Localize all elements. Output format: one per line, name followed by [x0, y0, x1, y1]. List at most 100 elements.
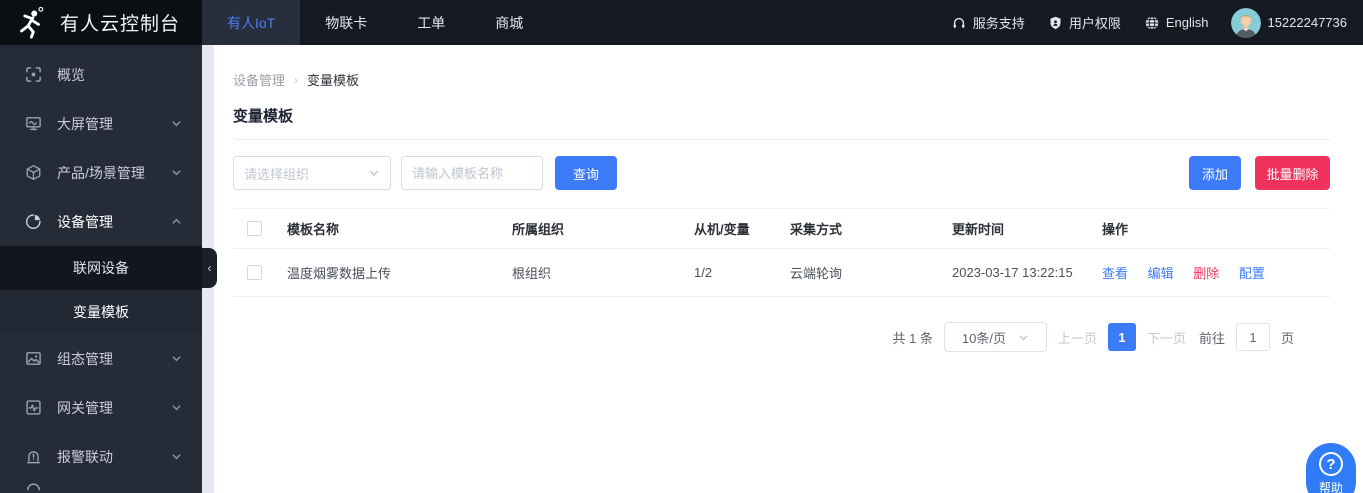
chevron-down-icon: [171, 353, 182, 364]
column-header-slave-var: 从机/变量: [690, 208, 786, 249]
cell-collect: 云端轮询: [786, 248, 948, 297]
chevron-down-icon: [171, 167, 182, 178]
topbar-right: 服务支持 用户权限 English 15222247736: [937, 0, 1363, 45]
topnav-tab-workorder[interactable]: 工单: [392, 0, 470, 45]
cell-slave-var: 1/2: [690, 248, 786, 297]
screen-icon: [25, 115, 42, 132]
support-label: 服务支持: [972, 16, 1025, 31]
table-header-row: 模板名称 所属组织 从机/变量 采集方式 更新时间 操作: [233, 208, 1330, 249]
filter-bar: 请选择组织 查询 添加 批量删除: [233, 156, 1330, 190]
brand: 有人云控制台: [0, 0, 202, 45]
org-select[interactable]: 请选择组织: [233, 156, 391, 190]
sidebar-collapse-handle[interactable]: ‹: [202, 248, 217, 288]
logo-running-man-icon: [13, 6, 47, 40]
pagination: 共 1 条 10条/页 上一页 1 下一页 前往 页: [233, 322, 1330, 352]
permissions-menu[interactable]: 用户权限: [1048, 13, 1121, 32]
avatar: [1231, 7, 1262, 38]
sidebar-item-device-mgmt[interactable]: 设备管理: [0, 197, 202, 246]
permissions-label: 用户权限: [1068, 16, 1121, 31]
page-title: 变量模板: [233, 108, 294, 125]
column-header-collect: 采集方式: [786, 208, 948, 249]
account-number: 15222247736: [1267, 15, 1347, 30]
search-button[interactable]: 查询: [555, 156, 617, 190]
cell-updated: 2023-03-17 13:22:15: [948, 248, 1098, 297]
breadcrumb-current: 变量模板: [307, 73, 360, 88]
sidebar-subitem-variable-template[interactable]: 变量模板: [0, 290, 202, 334]
image-icon: [25, 350, 42, 367]
sidebar-item-label: 网关管理: [57, 399, 113, 416]
page-size-value: 10条/页: [961, 330, 1006, 346]
sidebar-subitem-networked-devices[interactable]: 联网设备: [0, 246, 202, 290]
edit-link[interactable]: 编辑: [1148, 266, 1174, 281]
chevron-down-icon: [171, 402, 182, 413]
batch-delete-button[interactable]: 批量删除: [1255, 156, 1330, 190]
sidebar-item-label: 设备管理: [57, 213, 113, 230]
language-menu[interactable]: English: [1144, 15, 1209, 31]
column-header-updated: 更新时间: [948, 208, 1098, 249]
sidebar-item-label: 大屏管理: [57, 115, 113, 132]
sidebar-item-screen-mgmt[interactable]: 大屏管理: [0, 99, 202, 148]
template-name-input[interactable]: [401, 156, 543, 190]
topbar: 有人云控制台 有人IoT 物联卡 工单 商城 服务支持 用户权限 English…: [0, 0, 1363, 45]
question-mark-icon: ?: [1319, 452, 1343, 476]
page-number-1[interactable]: 1: [1107, 323, 1136, 351]
support-menu[interactable]: 服务支持: [951, 13, 1025, 32]
alarm-icon: [25, 448, 42, 465]
sidebar-item-overview[interactable]: 概览: [0, 50, 202, 99]
sidebar-item-partial: [0, 481, 202, 491]
globe-icon: [1144, 15, 1160, 31]
sidebar-item-label: 概览: [57, 66, 85, 83]
topnav-tab-iot[interactable]: 有人IoT: [202, 0, 301, 45]
sidebar-item-label: 产品/场景管理: [57, 164, 145, 181]
pie-chart-icon: [25, 213, 42, 230]
account-menu[interactable]: 15222247736: [1231, 7, 1347, 38]
headset-icon: [951, 15, 967, 31]
brand-title: 有人云控制台: [60, 14, 181, 35]
sidebar: 概览 大屏管理 产品/场景管理 设备管理 联网设备 变量模板 组态管理 网关管理…: [0, 45, 202, 493]
column-header-actions: 操作: [1098, 208, 1330, 249]
chevron-down-icon: [171, 451, 182, 462]
language-label: English: [1165, 15, 1209, 30]
shield-icon: [1048, 15, 1063, 31]
select-all-checkbox[interactable]: [247, 221, 262, 236]
topnav-tab-sim[interactable]: 物联卡: [300, 0, 392, 45]
org-select-placeholder: 请选择组织: [244, 166, 310, 182]
chevron-down-icon: [171, 118, 182, 129]
next-page-button[interactable]: 下一页: [1147, 328, 1186, 347]
sidebar-item-product-scene-mgmt[interactable]: 产品/场景管理: [0, 148, 202, 197]
sidebar-item-gateway-mgmt[interactable]: 网关管理: [0, 383, 202, 432]
chevron-down-icon: [368, 167, 380, 179]
cube-icon: [25, 164, 42, 181]
add-button[interactable]: 添加: [1189, 156, 1241, 190]
chevron-down-icon: [1018, 332, 1029, 343]
sidebar-item-scada-mgmt[interactable]: 组态管理: [0, 334, 202, 383]
main-content: 设备管理 › 变量模板 变量模板 请选择组织 查询 添加 批量删除: [202, 45, 1363, 493]
overview-icon: [25, 66, 42, 83]
help-label: 帮助: [1318, 481, 1343, 493]
cell-org: 根组织: [508, 248, 690, 297]
page-size-select[interactable]: 10条/页: [943, 322, 1047, 352]
view-link[interactable]: 查看: [1102, 266, 1128, 281]
column-header-name: 模板名称: [283, 208, 508, 249]
row-checkbox[interactable]: [247, 265, 262, 280]
chevron-up-icon: [171, 216, 182, 227]
topnav: 有人IoT 物联卡 工单 商城: [202, 0, 548, 45]
breadcrumb-parent[interactable]: 设备管理: [233, 70, 285, 89]
pagination-total: 共 1 条: [892, 330, 933, 346]
sidebar-item-alarm-linkage[interactable]: 报警联动: [0, 432, 202, 481]
gateway-icon: [25, 399, 42, 416]
template-table: 模板名称 所属组织 从机/变量 采集方式 更新时间 操作 温度烟雾数据上传 根组…: [233, 208, 1330, 297]
table-row: 温度烟雾数据上传 根组织 1/2 云端轮询 2023-03-17 13:22:1…: [233, 248, 1330, 297]
help-button[interactable]: ? 帮助: [1306, 443, 1356, 493]
column-header-org: 所属组织: [508, 208, 690, 249]
config-link[interactable]: 配置: [1239, 266, 1265, 281]
goto-prefix: 前往: [1198, 330, 1225, 346]
goto-page-input[interactable]: [1235, 323, 1270, 351]
topnav-tab-mall[interactable]: 商城: [470, 0, 548, 45]
title-divider: [235, 139, 1330, 140]
cell-template-name: 温度烟雾数据上传: [283, 248, 508, 297]
prev-page-button[interactable]: 上一页: [1058, 328, 1097, 347]
sidebar-item-label: 组态管理: [57, 350, 113, 367]
breadcrumb: 设备管理 › 变量模板: [233, 45, 1330, 89]
delete-link[interactable]: 删除: [1193, 266, 1219, 281]
